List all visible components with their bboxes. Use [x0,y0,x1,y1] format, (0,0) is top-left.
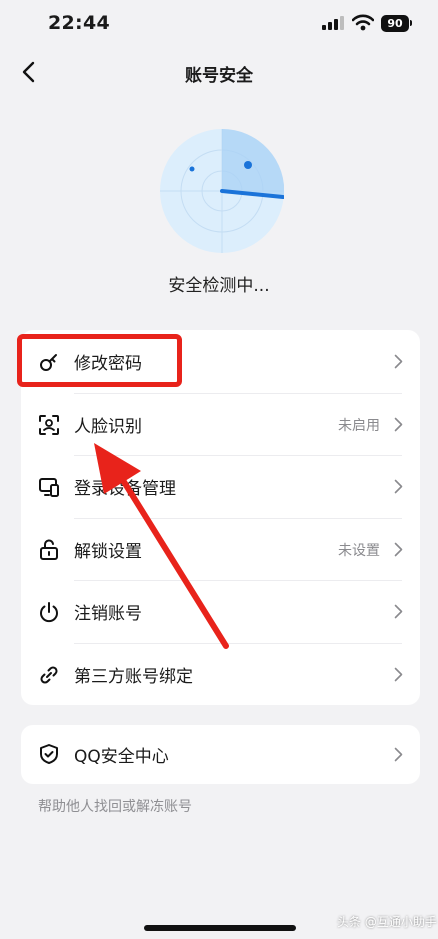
radar-scan-icon [160,129,284,253]
menu-item-label: QQ安全中心 [74,747,169,767]
chevron-right-icon [394,417,403,431]
signal-icon [322,16,344,30]
menu-item-qq-security-center[interactable]: QQ安全中心 [21,725,420,784]
home-indicator [144,925,296,931]
help-recover-link[interactable]: 帮助他人找回或解冻账号 [38,796,192,816]
wifi-icon [352,14,374,31]
menu-item-label: 登录设备管理 [74,479,176,499]
device-icon [39,478,59,497]
nav-bar: 账号安全 [0,46,438,98]
menu-item-label: 第三方账号绑定 [74,666,193,687]
divider [74,517,402,519]
battery-indicator: 90 [381,15,409,32]
chevron-right-icon [394,542,403,556]
menu-item-status: 未启用 [338,417,380,434]
divider [74,392,402,394]
status-time: 22:44 [48,12,110,34]
page-title: 账号安全 [185,66,253,86]
divider [74,455,402,456]
menu-item-third-party-binding[interactable]: 第三方账号绑定 [21,642,420,706]
chevron-right-icon [394,479,403,494]
divider [74,642,402,644]
menu-item-status: 未设置 [338,542,380,559]
scan-status-text: 安全检测中... [168,276,270,296]
security-center-card: QQ安全中心 [21,725,420,784]
watermark: 头条 @互通小助手 [337,915,437,929]
menu-item-face-recognition[interactable]: 人脸识别 未启用 [21,392,420,456]
shield-icon [40,744,58,764]
status-bar: 22:44 90 [0,0,438,46]
face-scan-icon [39,414,59,435]
menu-item-label: 人脸识别 [74,416,142,437]
chevron-right-icon [394,747,403,762]
power-icon [40,602,58,623]
highlight-box [17,334,182,387]
menu-item-unlock-settings[interactable]: 解锁设置 未设置 [21,517,420,581]
link-icon [40,665,58,684]
battery-tip [410,20,412,26]
menu-item-label: 注销账号 [74,604,142,624]
unlock-icon [40,539,58,560]
menu-item-label: 解锁设置 [74,541,142,562]
chevron-right-icon [394,604,403,619]
chevron-right-icon [394,667,403,681]
chevron-right-icon [394,354,403,369]
menu-item-delete-account[interactable]: 注销账号 [21,580,420,643]
divider [74,580,402,581]
menu-item-device-management[interactable]: 登录设备管理 [21,455,420,518]
